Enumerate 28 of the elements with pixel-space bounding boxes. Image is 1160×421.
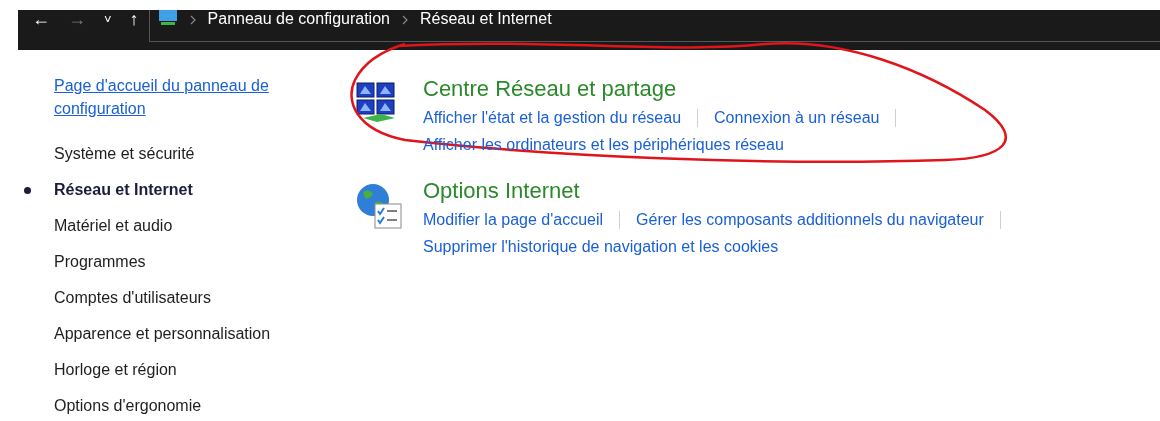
sidebar-item[interactable]: Apparence et personnalisation bbox=[54, 322, 271, 346]
task-link[interactable]: Modifier la page d'accueil bbox=[423, 206, 604, 233]
up-button[interactable]: ↑ bbox=[129, 10, 139, 28]
sidebar-item[interactable]: Comptes d'utilisateurs bbox=[54, 286, 211, 310]
sidebar-item[interactable]: Horloge et région bbox=[54, 358, 177, 382]
sidebar-item[interactable]: Options d'ergonomie bbox=[54, 394, 202, 418]
computer-icon bbox=[157, 10, 178, 26]
category-title[interactable]: Centre Réseau et partage bbox=[423, 74, 913, 104]
breadcrumb[interactable]: Panneau de configuration bbox=[207, 10, 390, 28]
globe-checklist-icon bbox=[355, 182, 403, 230]
sidebar-item[interactable]: Programmes bbox=[54, 250, 146, 274]
task-link[interactable]: Supprimer l'historique de navigation et les cookies bbox=[423, 233, 779, 260]
home-link[interactable]: Page d'accueil du panneau de configuration bbox=[54, 74, 314, 120]
breadcrumb[interactable]: Réseau et Internet bbox=[419, 10, 552, 28]
recent-locations-button[interactable]: ˅ bbox=[104, 12, 112, 26]
task-link[interactable]: Afficher l'état et la gestion du réseau bbox=[423, 104, 682, 131]
forward-button[interactable]: → bbox=[68, 10, 86, 28]
task-link[interactable]: Gérer les composants additionnels du navigateur bbox=[636, 206, 984, 233]
chevron-icon bbox=[401, 15, 408, 25]
address-field[interactable]: Panneau de configuration Réseau et Internet bbox=[148, 10, 1160, 42]
task-link[interactable]: Connexion à un réseau bbox=[714, 104, 880, 131]
chevron-icon bbox=[189, 15, 196, 25]
category-title[interactable]: Options Internet bbox=[423, 176, 1017, 206]
sidebar-item[interactable]: Réseau et Internet bbox=[54, 178, 193, 202]
sidebar-item[interactable]: Système et sécurité bbox=[54, 142, 195, 166]
back-button[interactable]: ← bbox=[32, 10, 50, 28]
current-bullet-icon bbox=[23, 186, 31, 194]
sidebar-item[interactable]: Matériel et audio bbox=[54, 214, 173, 238]
